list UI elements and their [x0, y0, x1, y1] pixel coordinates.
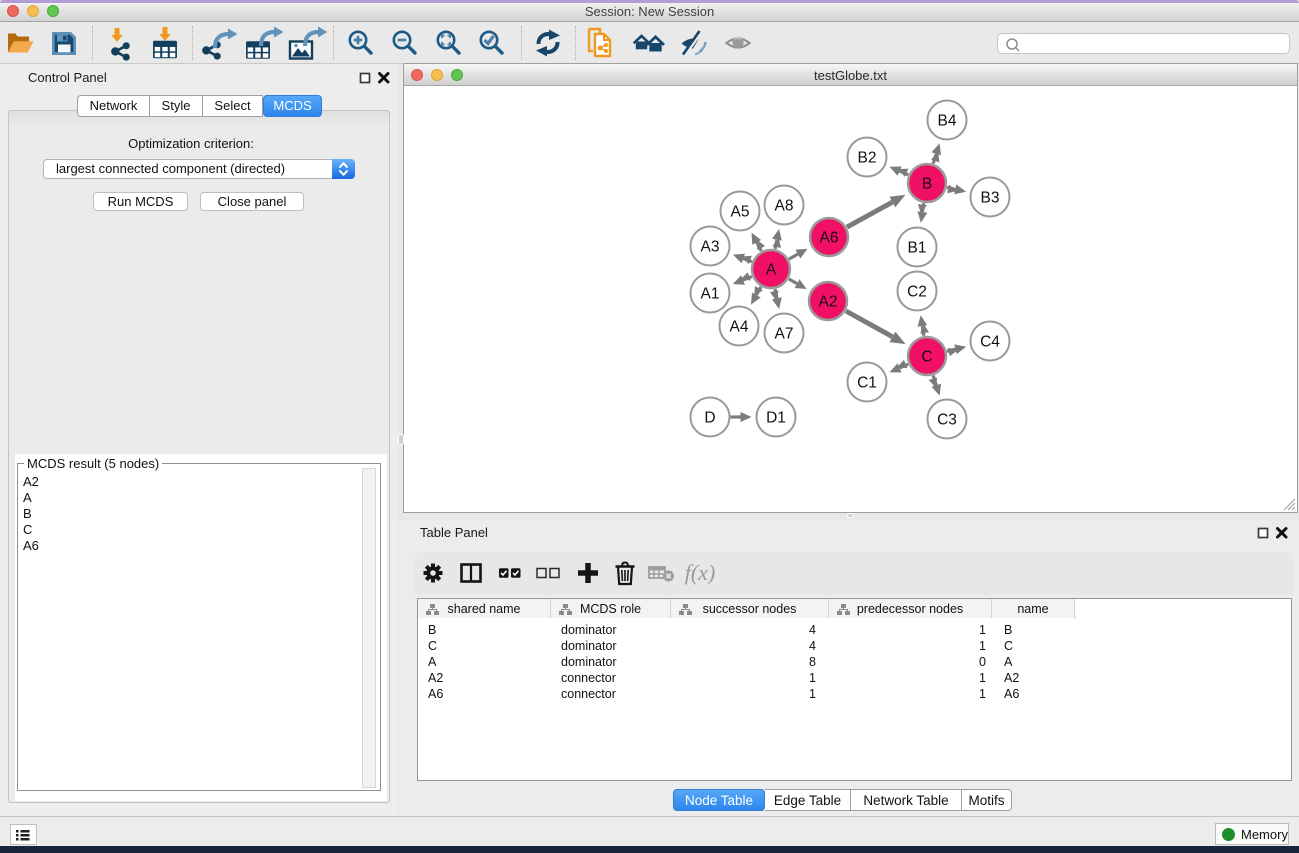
- svg-text:A6: A6: [820, 230, 839, 247]
- svg-text:A2: A2: [819, 294, 838, 311]
- svg-text:B1: B1: [908, 240, 927, 257]
- svg-text:C2: C2: [907, 284, 927, 301]
- svg-text:A3: A3: [701, 239, 720, 256]
- svg-text:A7: A7: [775, 326, 794, 343]
- svg-text:A4: A4: [730, 319, 749, 336]
- svg-text:C4: C4: [980, 334, 1000, 351]
- svg-text:A1: A1: [701, 286, 720, 303]
- svg-text:C: C: [921, 349, 932, 366]
- svg-text:B: B: [922, 176, 932, 193]
- svg-text:f(x): f(x): [685, 560, 716, 585]
- svg-text:A8: A8: [775, 198, 794, 215]
- svg-text:A5: A5: [731, 204, 750, 221]
- svg-text:B2: B2: [858, 150, 877, 167]
- svg-text:C3: C3: [937, 412, 957, 429]
- svg-text:D: D: [704, 410, 715, 427]
- svg-text:B3: B3: [981, 190, 1000, 207]
- svg-text:D1: D1: [766, 410, 786, 427]
- svg-text:C1: C1: [857, 375, 877, 392]
- svg-text:B4: B4: [938, 113, 957, 130]
- svg-text:A: A: [766, 262, 777, 279]
